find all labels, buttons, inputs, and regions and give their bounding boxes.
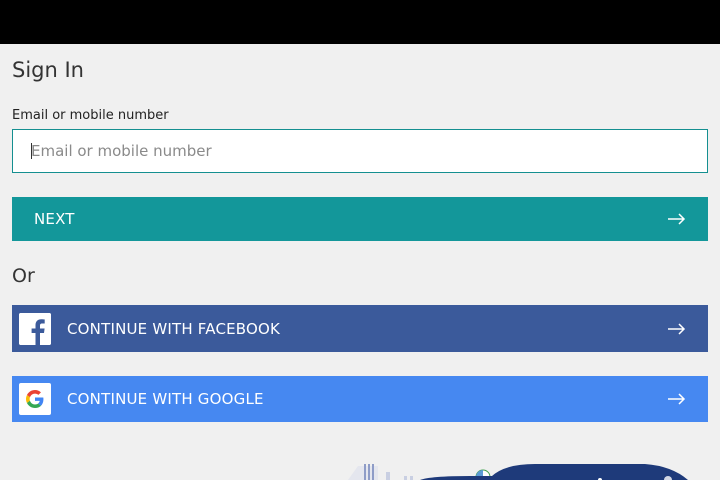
arrow-right-icon [668,322,686,335]
email-field[interactable] [12,129,708,173]
text-caret [31,143,32,159]
next-button-label: NEXT [34,210,75,228]
arrow-right-icon [668,213,686,225]
or-divider-text: Or [12,265,35,287]
next-button[interactable]: NEXT [12,197,708,241]
continue-with-facebook-button[interactable]: CONTINUE WITH FACEBOOK [12,305,708,352]
continue-with-google-button[interactable]: CONTINUE WITH GOOGLE [12,376,708,422]
arrow-right-icon [668,393,686,405]
page-title: Sign In [12,58,84,82]
email-field-label: Email or mobile number [12,108,169,123]
facebook-button-label: CONTINUE WITH FACEBOOK [67,319,281,338]
google-button-label: CONTINUE WITH GOOGLE [67,390,264,408]
top-bar [0,0,720,44]
facebook-icon [19,312,51,345]
google-icon [19,383,51,415]
